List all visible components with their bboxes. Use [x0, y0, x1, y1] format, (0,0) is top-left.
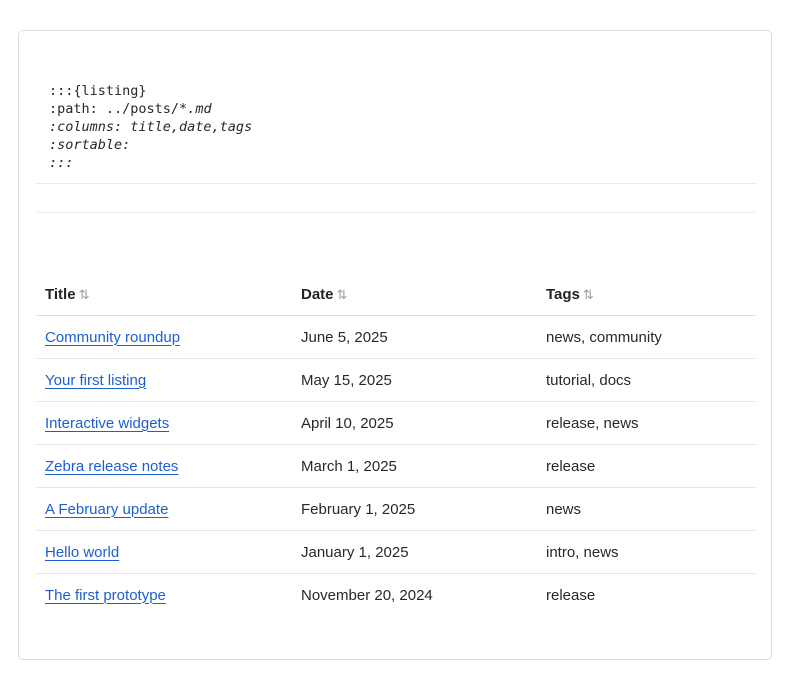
cell-date: March 1, 2025 [292, 444, 537, 488]
code-block: :::{listing} :path: ../posts/*.md :colum… [36, 51, 756, 184]
post-title-link[interactable]: A February update [45, 501, 168, 518]
column-header-label: Title [45, 285, 76, 303]
post-title-link[interactable]: The first prototype [45, 587, 166, 604]
cell-tags: release [537, 444, 756, 488]
cell-date: June 5, 2025 [292, 315, 537, 359]
cell-title: The first prototype [36, 574, 292, 617]
cell-title: Your first listing [36, 358, 292, 402]
code-line: ::: [49, 155, 74, 171]
cell-date: January 1, 2025 [292, 530, 537, 574]
code-line: :sortable: [49, 137, 131, 153]
column-header-label: Tags [546, 285, 580, 303]
post-title-link[interactable]: Zebra release notes [45, 458, 178, 475]
code-text: :::{listing} :path: ../posts/*.md :colum… [49, 82, 252, 172]
table-row: Hello world January 1, 2025 intro, news [36, 530, 756, 574]
code-line: :::{listing} [49, 83, 147, 99]
cell-tags: release [546, 586, 596, 604]
table-row: Your first listing May 15, 2025 tutorial, … [36, 358, 756, 402]
sort-icon[interactable]: ⇅ [583, 287, 594, 302]
cell-date: April 10, 2025 [292, 401, 537, 445]
cell-tags: release, news [537, 401, 756, 445]
cell-title: Hello world [36, 530, 292, 574]
code-line: :columns: title,date,tags [49, 119, 253, 135]
table-header-row: Title ⇅ Date ⇅ Tags ⇅ [36, 273, 756, 316]
cell-title: A February update [36, 487, 292, 531]
code-line-ext: .md [187, 101, 212, 117]
cell-title: Community roundup [36, 315, 292, 359]
cell-date: February 1, 2025 [292, 487, 537, 531]
cell-date: November 20, 2024 [301, 586, 433, 604]
column-header-title[interactable]: Title ⇅ [36, 273, 292, 316]
post-title-link[interactable]: Community roundup [45, 329, 180, 346]
table-row: The first prototype November 20, 2024 rele… [36, 574, 756, 617]
cell-tags: tutorial, docs [537, 358, 756, 402]
post-title-link[interactable]: Interactive widgets [45, 415, 169, 432]
post-title-link[interactable]: Your first listing [45, 372, 146, 389]
code-line: :path: [49, 101, 106, 117]
column-header-date[interactable]: Date ⇅ [292, 273, 537, 316]
table-row: Community roundup June 5, 2025 news, commu… [36, 315, 756, 359]
sort-icon[interactable]: ⇅ [79, 287, 90, 302]
post-title-link[interactable]: Hello world [45, 544, 119, 561]
cell-title: Zebra release notes [36, 444, 292, 488]
listing-card: :::{listing} :path: ../posts/*.md :colum… [18, 30, 772, 660]
divider [36, 212, 756, 213]
cell-tags: intro, news [537, 530, 756, 574]
cell-tags: news [537, 487, 756, 531]
table-row: Interactive widgets April 10, 2025 release… [36, 401, 756, 445]
cell-date: May 15, 2025 [292, 358, 537, 402]
code-line-path: ../posts/* [105, 101, 188, 117]
column-header-label: Date [301, 285, 334, 303]
cell-tags: news, community [537, 315, 756, 359]
table-row: A February update February 1, 2025 news [36, 487, 756, 531]
table-row: Zebra release notes March 1, 2025 release [36, 444, 756, 488]
column-header-tags[interactable]: Tags ⇅ [537, 273, 756, 316]
cell-title: Interactive widgets [36, 401, 292, 445]
listing-table: Title ⇅ Date ⇅ Tags ⇅ Community roundup June… [36, 273, 756, 616]
sort-icon[interactable]: ⇅ [337, 287, 348, 302]
